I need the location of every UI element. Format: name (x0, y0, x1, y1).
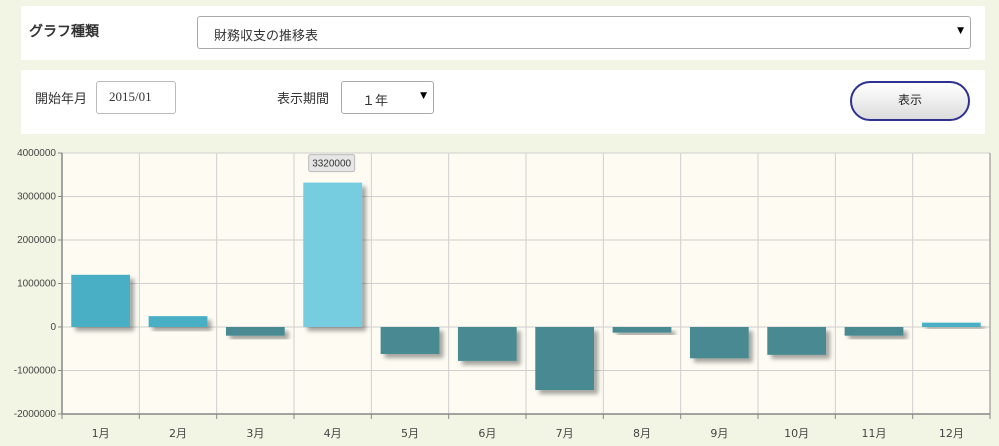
x-tick-label: 4月 (324, 427, 342, 440)
bar-3 (225, 327, 285, 336)
data-label: 3320000 (312, 159, 351, 170)
y-tick-label: 4000000 (17, 148, 56, 159)
x-tick-label: 6月 (478, 427, 496, 440)
bar-1 (71, 274, 131, 327)
show-button[interactable]: 表示 (850, 81, 970, 121)
bar-9 (689, 327, 749, 359)
period-select[interactable]: １年 ▼ (341, 81, 434, 114)
bar-8 (612, 327, 672, 333)
x-tick-label: 1月 (92, 427, 110, 440)
period-selected-value: １年 (362, 94, 389, 109)
x-tick-label: 11月 (862, 427, 887, 440)
graph-type-selected-value: 財務収支の推移表 (214, 29, 319, 44)
period-label: 表示期間 (277, 92, 330, 107)
bar-4 (303, 182, 363, 327)
x-tick-label: 5月 (401, 427, 419, 440)
y-tick-label: 1000000 (17, 279, 56, 290)
x-tick-label: 8月 (633, 427, 651, 440)
x-tick-label: 10月 (784, 427, 809, 440)
bar-10 (767, 327, 827, 355)
y-tick-label: 3000000 (17, 192, 56, 203)
y-tick-label: -2000000 (14, 409, 57, 420)
chevron-down-icon: ▼ (420, 91, 427, 101)
x-tick-label: 12月 (939, 427, 964, 440)
start-month-label: 開始年月 (35, 92, 88, 107)
x-tick-label: 2月 (169, 427, 187, 440)
x-tick-label: 7月 (556, 427, 574, 440)
chevron-down-icon: ▼ (957, 26, 964, 36)
graph-type-select[interactable]: 財務収支の推移表 ▼ (197, 16, 971, 49)
x-tick-label: 3月 (246, 427, 264, 440)
y-tick-label: 2000000 (17, 235, 56, 246)
graph-type-panel: グラフ種類 財務収支の推移表 ▼ (21, 6, 985, 60)
bar-chart: -2000000 -1000000 0 1000000 2000000 3000000 40… (14, 148, 991, 440)
y-tick-label: -1000000 (14, 366, 57, 377)
bar-7 (535, 327, 595, 391)
bar-12 (921, 322, 981, 327)
x-tick-label: 9月 (710, 427, 728, 440)
filter-panel: 開始年月 2015/01 表示期間 １年 ▼ 表示 (21, 70, 985, 134)
bar-6 (457, 327, 517, 361)
graph-type-label: グラフ種類 (29, 24, 99, 40)
y-tick-label: 0 (50, 322, 56, 333)
bar-2 (148, 316, 208, 327)
bar-11 (844, 327, 904, 336)
bar-5 (380, 327, 440, 354)
start-month-input[interactable]: 2015/01 (96, 81, 176, 114)
